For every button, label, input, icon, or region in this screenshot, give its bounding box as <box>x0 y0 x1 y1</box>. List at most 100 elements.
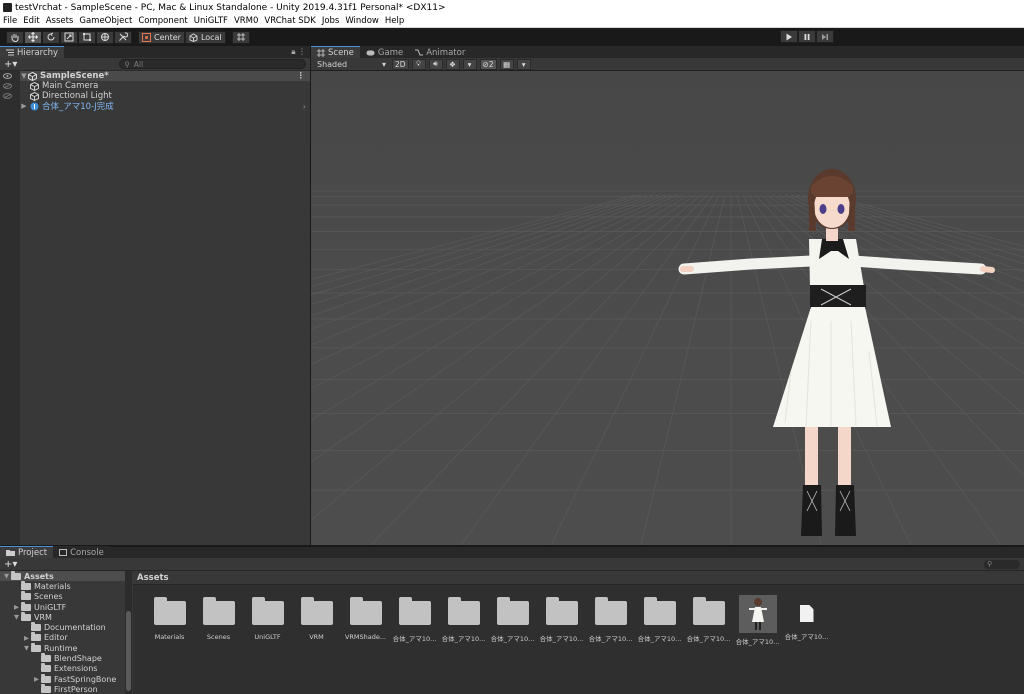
audio-toggle[interactable]: 🔊︎ <box>428 58 443 70</box>
hand-tool-button[interactable] <box>6 30 24 44</box>
tree-item-blendshape[interactable]: BlendShape <box>0 653 125 663</box>
tab-animator[interactable]: Animator <box>409 46 472 58</box>
effects-dropdown[interactable]: ▾ <box>462 58 477 70</box>
pivot-rotation-toggle[interactable]: Local <box>184 30 226 44</box>
tree-item-firstperson[interactable]: FirstPerson <box>0 683 125 694</box>
scene-camera-button[interactable]: ▦ <box>499 58 514 70</box>
lighting-toggle[interactable]: 💡︎ <box>411 58 426 70</box>
asset-tile[interactable]: 合体_アマ10... <box>390 597 439 646</box>
play-button[interactable] <box>780 30 798 43</box>
chevron-down-icon: ▾ <box>521 59 526 69</box>
asset-tile[interactable]: 合体_アマ10... <box>635 597 684 646</box>
effects-toggle[interactable]: ❖ <box>445 58 460 70</box>
expand-arrow-icon[interactable]: ▶ <box>20 102 28 110</box>
tree-item-runtime[interactable]: ▼ Runtime <box>0 642 125 653</box>
tree-item-materials[interactable]: Materials <box>0 580 125 591</box>
tab-hierarchy[interactable]: Hierarchy <box>0 46 65 58</box>
menu-vrchat-sdk[interactable]: VRChat SDK <box>261 16 318 26</box>
move-tool-button[interactable] <box>24 30 42 44</box>
tree-item-editor[interactable]: ▶ Editor <box>0 632 125 643</box>
asset-tile[interactable]: 合体_アマ10... <box>684 597 733 646</box>
menu-component[interactable]: Component <box>135 16 190 26</box>
expand-arrow-icon[interactable]: ▼ <box>12 613 21 621</box>
asset-tile[interactable]: 合体_アマ10... <box>733 595 782 646</box>
tree-item-assets[interactable]: ▼ Assets <box>0 570 125 582</box>
menu-assets[interactable]: Assets <box>43 16 77 26</box>
tab-game[interactable]: Game <box>359 46 410 58</box>
expand-arrow-icon[interactable]: ▼ <box>2 572 11 580</box>
hierarchy-item-main-camera[interactable]: Main Camera <box>20 81 310 91</box>
tree-scrollbar[interactable] <box>125 571 132 694</box>
scene-viewport[interactable] <box>311 71 1024 545</box>
asset-tile[interactable]: VRM <box>292 597 341 646</box>
menu-help[interactable]: Help <box>382 16 407 26</box>
grid-snapping-button[interactable] <box>231 30 250 44</box>
hierarchy-search-input[interactable]: ⚲ All <box>119 59 306 69</box>
transform-tool-button[interactable] <box>96 30 114 44</box>
create-button[interactable]: +▾ <box>4 59 17 70</box>
expand-arrow-icon[interactable]: ▶ <box>12 603 21 611</box>
expand-arrow-icon[interactable]: ▼ <box>22 644 31 652</box>
tree-item-vrm[interactable]: ▼ VRM <box>0 611 125 622</box>
tree-scroll-thumb[interactable] <box>126 611 131 691</box>
asset-breadcrumb[interactable]: Assets <box>133 571 1024 585</box>
kebab-menu-icon[interactable]: ⋮ <box>298 47 306 56</box>
menu-jobs[interactable]: Jobs <box>319 16 343 26</box>
asset-tile[interactable]: UniGLTF <box>243 597 292 646</box>
hierarchy-item-avatar[interactable]: ▶ 合体_アマ10-J完成 › <box>20 101 310 113</box>
asset-tile[interactable]: Scenes <box>194 597 243 646</box>
tab-scene[interactable]: Scene <box>311 46 360 58</box>
scene-menu-icon[interactable]: ⋮ <box>297 71 306 81</box>
asset-tile[interactable]: 合体_アマ10... <box>439 597 488 646</box>
project-search-input[interactable]: ⚲ <box>984 560 1020 569</box>
pickable-eye-icon[interactable] <box>3 83 12 89</box>
tab-project[interactable]: Project <box>0 546 54 558</box>
tab-console[interactable]: Console <box>53 546 110 558</box>
toggle-2d-button[interactable]: 2D <box>392 58 409 70</box>
tree-item-documentation[interactable]: Documentation <box>0 622 125 632</box>
pause-button[interactable] <box>798 30 816 43</box>
menu-edit[interactable]: Edit <box>20 16 42 26</box>
rotate-tool-button[interactable] <box>42 30 60 44</box>
scene-row[interactable]: ▼ SampleScene* ⋮ <box>20 71 310 81</box>
folder-icon <box>41 683 51 693</box>
tree-item-scenes[interactable]: Scenes <box>0 591 125 602</box>
tree-item-fastspringbone[interactable]: ▶ FastSpringBone <box>0 673 125 684</box>
asset-label: 合体_アマ10... <box>735 638 780 646</box>
tree-item-extensions[interactable]: Extensions <box>0 663 125 674</box>
expand-arrow-icon[interactable]: ▶ <box>22 634 31 642</box>
asset-tile[interactable]: 合体_アマ10... <box>586 597 635 646</box>
asset-tile[interactable]: Materials <box>145 597 194 646</box>
lock-icon[interactable]: 🔒︎ <box>291 47 295 56</box>
search-icon: ⚲ <box>124 59 130 69</box>
expand-arrow-icon[interactable]: ▼ <box>20 72 28 80</box>
hierarchy-panel-options[interactable]: 🔒︎ ⋮ <box>291 47 306 57</box>
create-asset-button[interactable]: +▾ <box>4 559 17 570</box>
menu-unigltf[interactable]: UniGLTF <box>191 16 231 26</box>
gizmos-dropdown[interactable]: ▾ <box>516 58 531 70</box>
tree-item-unigltf[interactable]: ▶ UniGLTF <box>0 601 125 612</box>
asset-tile[interactable]: 合体_アマ10... <box>537 597 586 646</box>
scale-tool-button[interactable] <box>60 30 78 44</box>
custom-tool-button[interactable] <box>114 30 132 44</box>
pickable-eye-icon[interactable] <box>3 93 12 99</box>
rect-tool-button[interactable] <box>78 30 96 44</box>
chevron-right-icon[interactable]: › <box>303 102 306 111</box>
folder-icon <box>398 597 431 625</box>
tree-item-label: UniGLTF <box>34 602 67 612</box>
playmode-controls <box>780 30 834 43</box>
expand-arrow-icon[interactable]: ▶ <box>32 675 41 683</box>
hidden-objects-toggle[interactable]: ⊘ 2 <box>479 58 497 70</box>
asset-tile[interactable]: VRMShade... <box>341 597 390 646</box>
asset-tile[interactable]: 合体_アマ10... <box>782 597 831 646</box>
menu-gameobject[interactable]: GameObject <box>76 16 135 26</box>
menu-file[interactable]: File <box>0 16 20 26</box>
step-button[interactable] <box>816 30 834 43</box>
menu-vrm0[interactable]: VRM0 <box>231 16 261 26</box>
visibility-eye-icon[interactable] <box>3 73 12 79</box>
menu-window[interactable]: Window <box>342 16 382 26</box>
document-icon <box>799 605 814 622</box>
asset-tile[interactable]: 合体_アマ10... <box>488 597 537 646</box>
draw-mode-dropdown[interactable]: Shaded ▾ <box>314 59 389 70</box>
pivot-mode-toggle[interactable]: Center <box>138 30 185 44</box>
